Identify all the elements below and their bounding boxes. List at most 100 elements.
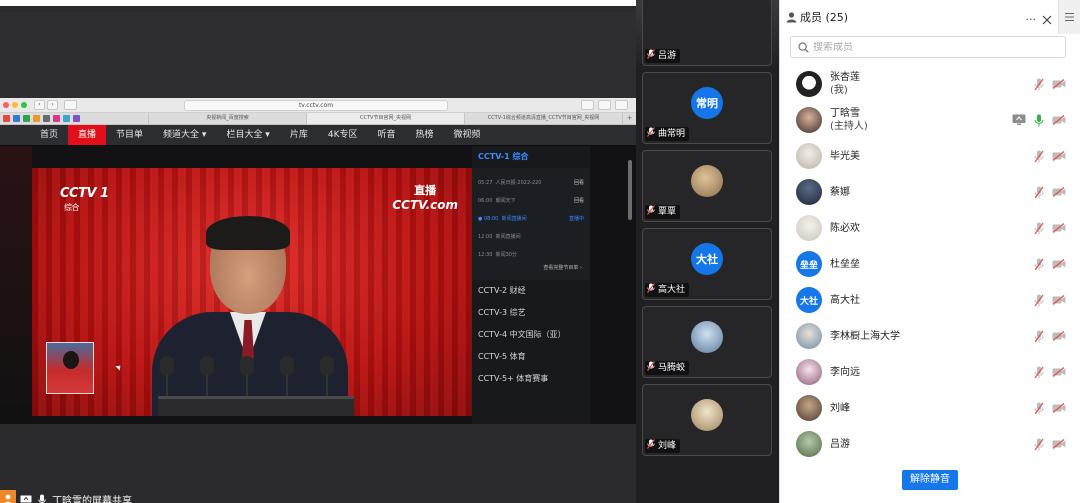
member-row[interactable]: 张杏莲 (我) <box>780 66 1080 102</box>
member-row[interactable]: 垒垒 杜垒垒 <box>780 246 1080 282</box>
member-name-block: 蔡娜 <box>830 186 850 199</box>
mic-muted-icon[interactable] <box>1032 365 1046 379</box>
video-tile[interactable]: 刘峰 <box>642 384 772 456</box>
mic-muted-icon[interactable] <box>1032 185 1046 199</box>
camera-off-icon[interactable] <box>1052 329 1066 343</box>
video-tile[interactable]: 大社 高大社 <box>642 228 772 300</box>
live-badge: 直播 CCTV.com <box>392 182 458 212</box>
camera-off-icon[interactable] <box>1052 365 1066 379</box>
cctv-nav-item: 栏目大全 ▾ <box>226 130 270 140</box>
channel-list-panel: CCTV-1 综合 05:27 人民日报-2022-220 回看 06:00 朝… <box>472 146 590 424</box>
member-row[interactable]: 大社 高大社 <box>780 282 1080 318</box>
member-avatar: 大社 <box>796 287 822 313</box>
live-badge-sub: CCTV.com <box>392 198 458 212</box>
mic-icon <box>36 494 48 503</box>
video-tile-name: 曲常明 <box>645 126 690 141</box>
share-icon <box>598 100 611 110</box>
epg-title: 人民日报-2022-220 <box>495 180 542 186</box>
mic-muted-icon[interactable] <box>1032 221 1046 235</box>
close-dot-icon <box>3 102 9 108</box>
mic-muted-icon[interactable] <box>1032 329 1046 343</box>
mic-muted-icon[interactable] <box>1032 149 1046 163</box>
zoom-dot-icon <box>21 102 27 108</box>
cctv-site-nav: 首页 直播 节目单 频道大全 ▾ 栏目大全 ▾ 片库 4K专区 听音 热榜 微视… <box>0 125 636 145</box>
member-role: (主持人) <box>830 121 868 132</box>
screen-share-status-bar[interactable]: 丁晗雪的屏幕共享 <box>0 490 138 503</box>
screen-share-icon <box>1012 113 1026 127</box>
member-row[interactable]: 毕光美 <box>780 138 1080 174</box>
camera-off-icon[interactable] <box>1052 437 1066 451</box>
mic-muted-icon[interactable] <box>1032 257 1046 271</box>
close-icon[interactable] <box>1042 10 1052 29</box>
camera-off-icon[interactable] <box>1052 113 1066 127</box>
sidebar-toggle-icon <box>64 100 77 110</box>
camera-off-icon[interactable] <box>1052 221 1066 235</box>
member-row[interactable]: 刘峰 <box>780 390 1080 426</box>
camera-off-icon[interactable] <box>1052 77 1066 91</box>
member-avatar <box>796 143 822 169</box>
back-icon: ‹ <box>34 100 45 110</box>
epg-time-value: 06:00 <box>478 198 493 204</box>
members-title: 成员 (25) <box>800 11 849 24</box>
video-tile[interactable]: 覃覃 <box>642 150 772 222</box>
member-row[interactable]: 蔡娜 <box>780 174 1080 210</box>
member-row[interactable]: 李向远 <box>780 354 1080 390</box>
cctv-nav-item: 微视频 <box>453 130 481 140</box>
mic-muted-icon[interactable] <box>1032 401 1046 415</box>
participant-avatar <box>691 165 723 197</box>
shared-browser-window: ‹ › tv.cctv.com 央视新闻_百度搜索 CCTV节目官网_央视网 C… <box>0 98 636 424</box>
member-row[interactable]: 陈必欢 <box>780 210 1080 246</box>
epg-row: 06:00 朝闻天下 回看 <box>478 192 584 210</box>
epg-title: 新闻直播间 <box>501 216 527 222</box>
member-row[interactable]: 吕游 <box>780 426 1080 462</box>
member-search-box[interactable] <box>790 36 1066 58</box>
camera-off-icon[interactable] <box>1052 185 1066 199</box>
member-status-icons <box>1032 221 1066 235</box>
mic-muted-icon[interactable] <box>1032 77 1046 91</box>
bookmark-icon <box>13 115 20 122</box>
epg-title: 新闻直播间 <box>495 234 521 240</box>
browser-tab: CCTV节目官网_央视网 <box>306 113 464 124</box>
mic-muted-icon[interactable] <box>1032 437 1046 451</box>
camera-off-icon[interactable] <box>1052 293 1066 307</box>
menu-icon[interactable] <box>1058 0 1080 34</box>
camera-off-icon[interactable] <box>1052 257 1066 271</box>
camera-off-icon[interactable] <box>1052 149 1066 163</box>
mic-muted-icon[interactable] <box>1032 293 1046 307</box>
participant-avatar: 常明 <box>691 87 723 119</box>
browser-toolbar: ‹ › tv.cctv.com <box>0 98 636 113</box>
share-background-top <box>0 12 636 98</box>
cctv-nav-item-live: 直播 <box>68 125 107 145</box>
screen-share-owner-label: 丁晗雪的屏幕共享 <box>52 496 132 503</box>
member-row[interactable]: 丁晗雪 (主持人) <box>780 102 1080 138</box>
video-tile[interactable]: 吕游 <box>642 0 772 66</box>
member-name-block: 陈必欢 <box>830 222 860 235</box>
podium <box>158 396 354 416</box>
sign-language-inset <box>46 342 94 394</box>
mic-icon[interactable] <box>1032 113 1046 127</box>
member-name: 张杏莲 <box>830 72 860 83</box>
epg-time: 12:30 新闻30分 <box>478 246 517 264</box>
member-name-block: 张杏莲 (我) <box>830 71 860 97</box>
app-window: ‹ › tv.cctv.com 央视新闻_百度搜索 CCTV节目官网_央视网 C… <box>0 0 1080 503</box>
video-tile[interactable]: 马腾蛟 <box>642 306 772 378</box>
member-status-icons <box>1032 329 1066 343</box>
member-status-icons <box>1032 437 1066 451</box>
more-icon[interactable]: ··· <box>1026 14 1037 25</box>
mic-muted-icon <box>647 48 655 64</box>
microphone-icon <box>160 356 174 398</box>
video-tile-name: 马腾蛟 <box>645 360 690 375</box>
download-icon <box>581 100 594 110</box>
program-guide: 05:27 人民日报-2022-220 回看 06:00 朝闻天下 回看 ● 0… <box>472 168 590 280</box>
video-tile[interactable]: 常明 曲常明 <box>642 72 772 144</box>
member-name-block: 吕游 <box>830 438 850 451</box>
unmute-all-button[interactable]: 解除静音 <box>902 470 958 490</box>
member-name-block: 毕光美 <box>830 150 860 163</box>
member-search-input[interactable] <box>813 41 1013 53</box>
page-decoration <box>0 146 32 424</box>
browser-tab: CCTV-1综合频道高清直播_CCTV节目官网_央视网 <box>464 113 622 124</box>
full-schedule-link: 查看完整节目单 › <box>543 265 582 271</box>
browser-toolbar-right <box>581 100 628 110</box>
member-row[interactable]: 李林橱上海大学 <box>780 318 1080 354</box>
camera-off-icon[interactable] <box>1052 401 1066 415</box>
